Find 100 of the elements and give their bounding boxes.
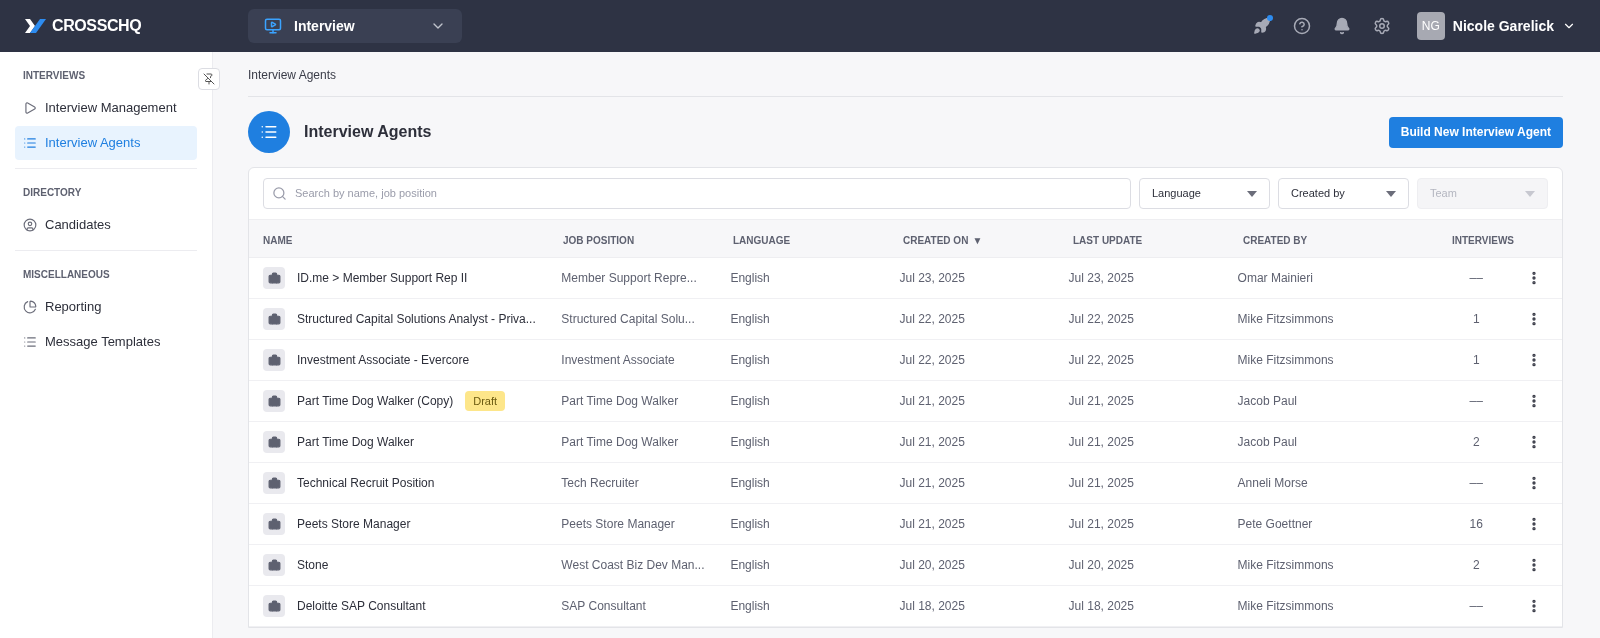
briefcase-icon [263,267,285,289]
column-header[interactable]: LANGUAGE [733,232,791,248]
interview-count: –– [1469,599,1483,613]
briefcase-icon [263,390,285,412]
column-header[interactable]: INTERVIEWS [1451,232,1514,248]
agent-name[interactable]: Stone [297,556,329,574]
table-cell: English [730,517,770,531]
briefcase-icon [263,349,285,371]
unpin-icon [203,73,215,85]
interview-count: 2 [1472,435,1480,449]
list-icon [23,335,37,349]
avatar: NG [1416,12,1445,40]
agent-name[interactable]: Structured Capital Solutions Analyst - Priva... [297,310,536,328]
search-box[interactable]: Search by name, job position [263,178,1131,209]
table-cell: Mike Fitzsimmons [1237,599,1334,613]
briefcase-icon [263,554,285,576]
table-cell: Pete Goettner [1237,517,1313,531]
table-cell: Jul 21, 2025 [899,435,965,449]
table-cell: English [730,435,770,449]
table-cell: Anneli Morse [1237,476,1308,490]
sort-indicator: ▼ [972,233,983,248]
pie-chart-icon [23,300,37,314]
sidebar-item[interactable]: Reporting [15,290,197,324]
agent-name[interactable]: Deloitte SAP Consultant [297,597,426,615]
table-cell: Mike Fitzsimmons [1237,558,1334,572]
table-cell: English [730,476,770,490]
table-cell: Jul 21, 2025 [899,476,965,490]
interview-count: 1 [1472,353,1480,367]
filter-dropdown[interactable]: Language [1139,178,1270,209]
logo-mark-icon [24,18,48,34]
table-cell: Jul 21, 2025 [1068,517,1134,531]
column-header[interactable]: CREATED ON ▼ [903,232,983,248]
sidebar-item[interactable]: Interview Management [15,91,197,125]
table-cell: SAP Consultant [561,599,646,613]
user-icon [23,218,37,232]
agent-name[interactable]: Technical Recruit Position [297,474,435,492]
table-cell: Jul 20, 2025 [899,558,965,572]
search-field[interactable]: Search by name, job position [295,185,1122,202]
table-cell: Jul 21, 2025 [899,394,965,408]
search-icon [272,186,287,201]
table-cell: Jul 18, 2025 [899,599,965,613]
list-icon [23,136,37,150]
product-switcher[interactable]: Interview [248,9,462,43]
column-header[interactable]: NAME [263,232,293,248]
interview-count: 2 [1472,558,1480,572]
table-cell: Mike Fitzsimmons [1237,312,1334,326]
table-cell: Jacob Paul [1237,435,1297,449]
table-cell: English [730,599,770,613]
agent-name[interactable]: Peets Store Manager [297,515,411,533]
table-cell: West Coast Biz Dev Man... [561,558,705,572]
table-cell: Structured Capital Solu... [561,312,695,326]
briefcase-icon [263,431,285,453]
interview-count: –– [1469,394,1483,408]
rocket-button[interactable] [1252,17,1271,35]
interview-count: –– [1469,476,1483,490]
table-cell: Part Time Dog Walker [561,394,679,408]
table-cell: Omar Mainieri [1237,271,1313,285]
section-heading: INTERVIEWS [22,69,87,83]
build-agent-button[interactable]: Build New Interview Agent [1388,116,1563,148]
agent-name[interactable]: ID.me > Member Support Rep II [297,269,468,287]
section-heading: MISCELLANEOUS [22,268,111,282]
draft-badge: Draft [465,390,506,412]
briefcase-icon [263,472,285,494]
settings-icon[interactable] [1372,17,1391,35]
briefcase-icon [263,308,285,330]
section-heading: DIRECTORY [22,186,83,200]
table-cell: Jul 21, 2025 [1068,394,1134,408]
logo-text: CROSSCHQ [52,16,142,36]
column-header[interactable]: LAST UPDATE [1073,232,1143,248]
help-icon[interactable] [1292,17,1311,35]
table-cell: English [730,312,770,326]
sidebar-item[interactable]: Interview Agents [15,126,197,160]
page-title: Interview Agents [304,122,433,142]
table-cell: Peets Store Manager [561,517,675,531]
column-header[interactable]: CREATED BY [1243,232,1308,248]
breadcrumb: Interview Agents [248,68,337,82]
interview-count: 16 [1469,517,1483,531]
agent-name[interactable]: Part Time Dog Walker [297,433,414,451]
table-cell: English [730,353,770,367]
table-cell: English [730,271,770,285]
agent-name[interactable]: Part Time Dog Walker (Copy) [297,392,454,410]
page-icon [248,111,290,153]
briefcase-icon [263,595,285,617]
agent-name[interactable]: Investment Associate - Evercore [297,351,470,369]
table-cell: Jul 21, 2025 [1068,435,1134,449]
briefcase-icon [263,513,285,535]
table-cell: Tech Recruiter [561,476,639,490]
caret-icon [1525,190,1535,197]
sidebar-item[interactable]: Message Templates [15,325,197,359]
table-cell: Jacob Paul [1237,394,1297,408]
table-cell: Jul 22, 2025 [899,312,965,326]
bell-icon[interactable] [1332,17,1351,35]
unpin-button[interactable] [198,68,220,90]
table-cell: Jul 22, 2025 [1068,312,1134,326]
sidebar-item[interactable]: Candidates [15,208,197,242]
column-header[interactable]: JOB POSITION [563,232,635,248]
caret-icon [1386,190,1396,197]
play-icon [23,101,37,115]
user-menu[interactable]: Nicole Garelick [1452,15,1576,37]
filter-dropdown[interactable]: Created by [1278,178,1409,209]
